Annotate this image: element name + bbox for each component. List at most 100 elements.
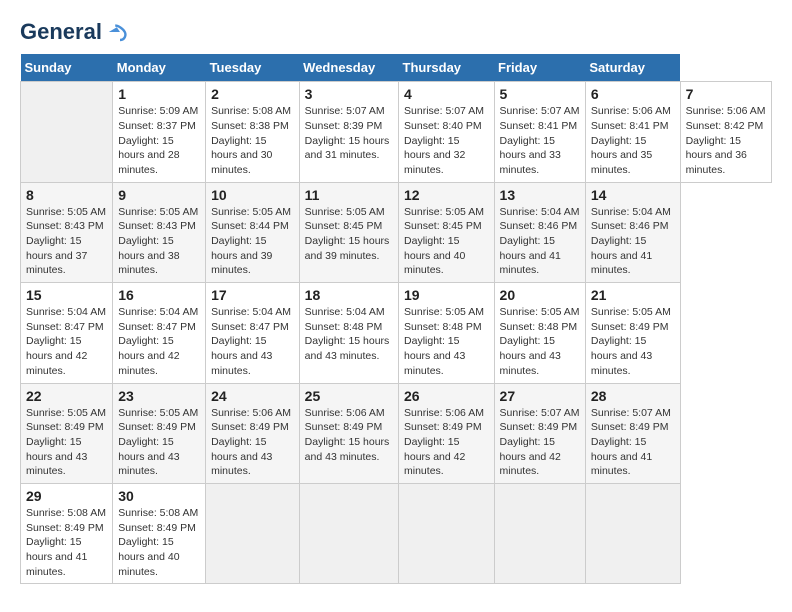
calendar-cell: 1 Sunrise: 5:09 AMSunset: 8:37 PMDaylight… bbox=[113, 82, 206, 182]
day-number: 10 bbox=[211, 187, 294, 203]
day-info: Sunrise: 5:04 AMSunset: 8:47 PMDaylight:… bbox=[211, 305, 294, 378]
logo-text: General bbox=[20, 20, 102, 44]
day-info: Sunrise: 5:06 AMSunset: 8:49 PMDaylight:… bbox=[404, 406, 489, 479]
day-number: 19 bbox=[404, 287, 489, 303]
calendar-cell: 7Sunrise: 5:06 AMSunset: 8:42 PMDaylight… bbox=[680, 82, 771, 182]
calendar-table: SundayMondayTuesdayWednesdayThursdayFrid… bbox=[20, 54, 772, 584]
calendar-cell: 22 Sunrise: 5:05 AMSunset: 8:49 PMDayligh… bbox=[21, 383, 113, 483]
day-number: 2 bbox=[211, 86, 294, 102]
day-info: Sunrise: 5:07 AMSunset: 8:41 PMDaylight:… bbox=[500, 104, 580, 177]
day-info: Sunrise: 5:07 AMSunset: 8:49 PMDaylight:… bbox=[591, 406, 675, 479]
day-number: 17 bbox=[211, 287, 294, 303]
day-number: 22 bbox=[26, 388, 107, 404]
week-row: 29 Sunrise: 5:08 AMSunset: 8:49 PMDayligh… bbox=[21, 483, 772, 583]
day-number: 20 bbox=[500, 287, 580, 303]
calendar-cell bbox=[585, 483, 680, 583]
day-number: 4 bbox=[404, 86, 489, 102]
day-number: 9 bbox=[118, 187, 200, 203]
day-number: 6 bbox=[591, 86, 675, 102]
day-header-sunday: Sunday bbox=[21, 54, 113, 82]
day-number: 13 bbox=[500, 187, 580, 203]
day-info: Sunrise: 5:06 AMSunset: 8:42 PMDaylight:… bbox=[686, 104, 766, 177]
day-info: Sunrise: 5:05 AMSunset: 8:44 PMDaylight:… bbox=[211, 205, 294, 278]
day-header-saturday: Saturday bbox=[585, 54, 680, 82]
header-row: SundayMondayTuesdayWednesdayThursdayFrid… bbox=[21, 54, 772, 82]
week-row: 15Sunrise: 5:04 AMSunset: 8:47 PMDayligh… bbox=[21, 283, 772, 383]
calendar-cell: 10 Sunrise: 5:05 AMSunset: 8:44 PMDayligh… bbox=[206, 182, 300, 282]
day-info: Sunrise: 5:08 AMSunset: 8:49 PMDaylight:… bbox=[26, 506, 107, 579]
calendar-cell: 16 Sunrise: 5:04 AMSunset: 8:47 PMDayligh… bbox=[113, 283, 206, 383]
calendar-cell: 17 Sunrise: 5:04 AMSunset: 8:47 PMDayligh… bbox=[206, 283, 300, 383]
day-number: 8 bbox=[26, 187, 107, 203]
day-info: Sunrise: 5:06 AMSunset: 8:41 PMDaylight:… bbox=[591, 104, 675, 177]
calendar-cell: 20 Sunrise: 5:05 AMSunset: 8:48 PMDayligh… bbox=[494, 283, 585, 383]
week-row: 1 Sunrise: 5:09 AMSunset: 8:37 PMDaylight… bbox=[21, 82, 772, 182]
day-number: 1 bbox=[118, 86, 200, 102]
calendar-cell: 26 Sunrise: 5:06 AMSunset: 8:49 PMDayligh… bbox=[399, 383, 495, 483]
day-number: 27 bbox=[500, 388, 580, 404]
page-header: General bbox=[20, 20, 772, 44]
day-number: 30 bbox=[118, 488, 200, 504]
calendar-cell: 18Sunrise: 5:04 AMSunset: 8:48 PMDayligh… bbox=[299, 283, 398, 383]
calendar-cell: 6 Sunrise: 5:06 AMSunset: 8:41 PMDaylight… bbox=[585, 82, 680, 182]
calendar-cell: 11 Sunrise: 5:05 AMSunset: 8:45 PMDayligh… bbox=[299, 182, 398, 282]
calendar-cell bbox=[399, 483, 495, 583]
day-number: 26 bbox=[404, 388, 489, 404]
day-info: Sunrise: 5:07 AMSunset: 8:39 PMDaylight:… bbox=[305, 104, 393, 163]
day-info: Sunrise: 5:08 AMSunset: 8:38 PMDaylight:… bbox=[211, 104, 294, 177]
calendar-cell: 12 Sunrise: 5:05 AMSunset: 8:45 PMDayligh… bbox=[399, 182, 495, 282]
day-info: Sunrise: 5:09 AMSunset: 8:37 PMDaylight:… bbox=[118, 104, 200, 177]
logo-icon bbox=[104, 20, 128, 44]
day-number: 21 bbox=[591, 287, 675, 303]
day-info: Sunrise: 5:05 AMSunset: 8:48 PMDaylight:… bbox=[404, 305, 489, 378]
day-info: Sunrise: 5:07 AMSunset: 8:49 PMDaylight:… bbox=[500, 406, 580, 479]
day-info: Sunrise: 5:05 AMSunset: 8:43 PMDaylight:… bbox=[118, 205, 200, 278]
day-number: 23 bbox=[118, 388, 200, 404]
calendar-cell: 9 Sunrise: 5:05 AMSunset: 8:43 PMDaylight… bbox=[113, 182, 206, 282]
day-number: 14 bbox=[591, 187, 675, 203]
calendar-cell: 15Sunrise: 5:04 AMSunset: 8:47 PMDayligh… bbox=[21, 283, 113, 383]
calendar-cell: 21 Sunrise: 5:05 AMSunset: 8:49 PMDayligh… bbox=[585, 283, 680, 383]
day-number: 16 bbox=[118, 287, 200, 303]
day-info: Sunrise: 5:05 AMSunset: 8:45 PMDaylight:… bbox=[404, 205, 489, 278]
calendar-cell: 23 Sunrise: 5:05 AMSunset: 8:49 PMDayligh… bbox=[113, 383, 206, 483]
logo: General bbox=[20, 20, 128, 44]
day-number: 28 bbox=[591, 388, 675, 404]
day-number: 12 bbox=[404, 187, 489, 203]
calendar-cell bbox=[494, 483, 585, 583]
calendar-cell: 5 Sunrise: 5:07 AMSunset: 8:41 PMDaylight… bbox=[494, 82, 585, 182]
day-number: 29 bbox=[26, 488, 107, 504]
calendar-cell: 28 Sunrise: 5:07 AMSunset: 8:49 PMDayligh… bbox=[585, 383, 680, 483]
day-info: Sunrise: 5:04 AMSunset: 8:47 PMDaylight:… bbox=[118, 305, 200, 378]
calendar-cell bbox=[206, 483, 300, 583]
day-number: 11 bbox=[305, 187, 393, 203]
calendar-cell: 4 Sunrise: 5:07 AMSunset: 8:40 PMDaylight… bbox=[399, 82, 495, 182]
day-number: 18 bbox=[305, 287, 393, 303]
day-info: Sunrise: 5:04 AMSunset: 8:46 PMDaylight:… bbox=[591, 205, 675, 278]
day-info: Sunrise: 5:05 AMSunset: 8:49 PMDaylight:… bbox=[118, 406, 200, 479]
calendar-cell: 13 Sunrise: 5:04 AMSunset: 8:46 PMDayligh… bbox=[494, 182, 585, 282]
calendar-cell: 27 Sunrise: 5:07 AMSunset: 8:49 PMDayligh… bbox=[494, 383, 585, 483]
calendar-cell: 2 Sunrise: 5:08 AMSunset: 8:38 PMDaylight… bbox=[206, 82, 300, 182]
day-info: Sunrise: 5:05 AMSunset: 8:43 PMDaylight:… bbox=[26, 205, 107, 278]
day-info: Sunrise: 5:07 AMSunset: 8:40 PMDaylight:… bbox=[404, 104, 489, 177]
day-number: 5 bbox=[500, 86, 580, 102]
calendar-cell: 25Sunrise: 5:06 AMSunset: 8:49 PMDayligh… bbox=[299, 383, 398, 483]
day-number: 3 bbox=[305, 86, 393, 102]
calendar-cell: 14 Sunrise: 5:04 AMSunset: 8:46 PMDayligh… bbox=[585, 182, 680, 282]
day-info: Sunrise: 5:04 AMSunset: 8:46 PMDaylight:… bbox=[500, 205, 580, 278]
day-info: Sunrise: 5:05 AMSunset: 8:49 PMDaylight:… bbox=[591, 305, 675, 378]
calendar-cell: 3 Sunrise: 5:07 AMSunset: 8:39 PMDaylight… bbox=[299, 82, 398, 182]
week-row: 8 Sunrise: 5:05 AMSunset: 8:43 PMDaylight… bbox=[21, 182, 772, 282]
day-header-tuesday: Tuesday bbox=[206, 54, 300, 82]
calendar-cell bbox=[21, 82, 113, 182]
day-info: Sunrise: 5:08 AMSunset: 8:49 PMDaylight:… bbox=[118, 506, 200, 579]
day-header-wednesday: Wednesday bbox=[299, 54, 398, 82]
day-info: Sunrise: 5:05 AMSunset: 8:45 PMDaylight:… bbox=[305, 205, 393, 264]
calendar-cell: 24Sunrise: 5:06 AMSunset: 8:49 PMDayligh… bbox=[206, 383, 300, 483]
day-info: Sunrise: 5:04 AMSunset: 8:47 PMDaylight:… bbox=[26, 305, 107, 378]
day-info: Sunrise: 5:05 AMSunset: 8:48 PMDaylight:… bbox=[500, 305, 580, 378]
day-number: 25 bbox=[305, 388, 393, 404]
day-header-monday: Monday bbox=[113, 54, 206, 82]
day-info: Sunrise: 5:05 AMSunset: 8:49 PMDaylight:… bbox=[26, 406, 107, 479]
